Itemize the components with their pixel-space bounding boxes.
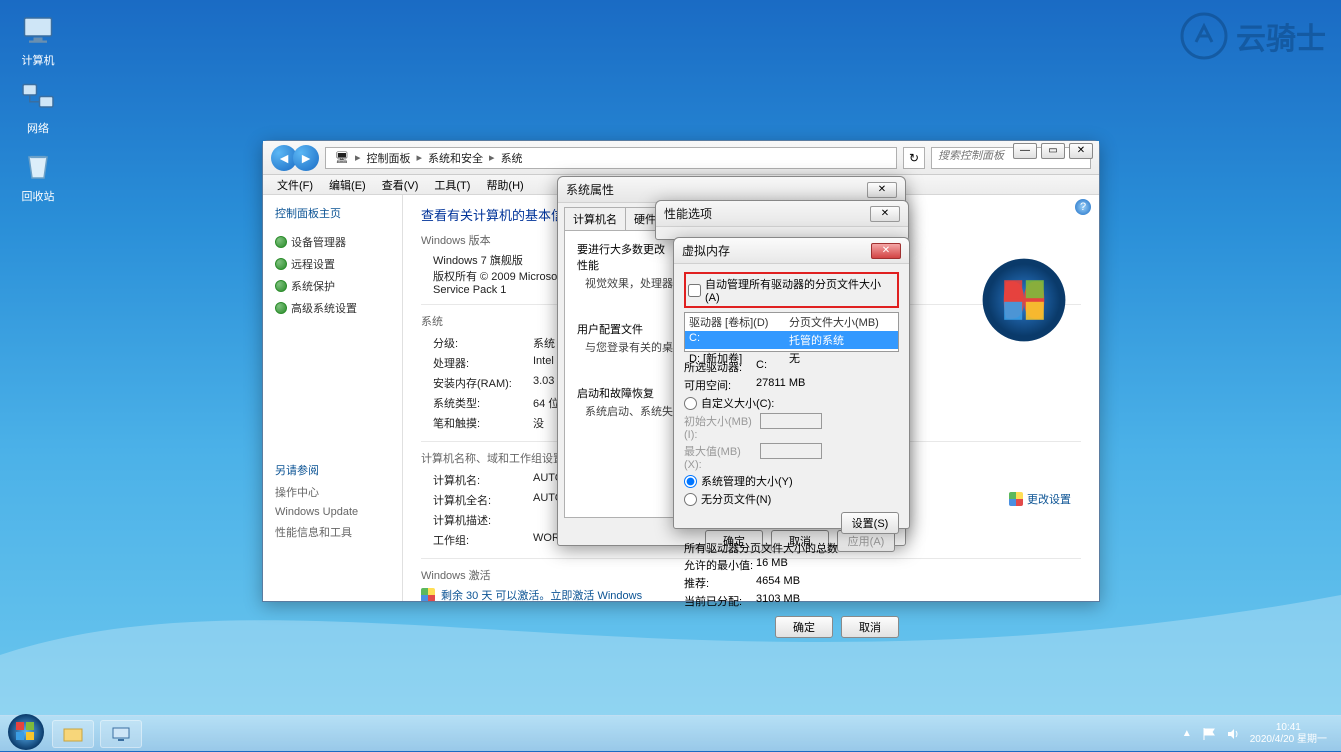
rating-link[interactable]: 系统 <box>533 335 555 351</box>
sidebar-link-advanced[interactable]: 高级系统设置 <box>275 297 390 319</box>
close-button[interactable]: ✕ <box>867 182 897 198</box>
breadcrumb[interactable]: 🖥▸ 控制面板▸ 系统和安全▸ 系统 <box>325 147 897 169</box>
dialog-title: 虚拟内存 <box>682 242 730 259</box>
sidebar-header-see-also: 另请参阅 <box>275 459 390 481</box>
menu-tools[interactable]: 工具(T) <box>426 175 478 195</box>
desktop-icon-label: 网络 <box>27 123 49 135</box>
desktop-icon-label: 回收站 <box>22 191 55 203</box>
recycle-bin-icon <box>18 146 58 186</box>
logo-watermark: 云骑士 <box>1180 12 1326 60</box>
initial-size-input <box>760 413 822 429</box>
bullet-icon <box>275 258 287 270</box>
no-paging-radio[interactable]: 无分页文件(N) <box>684 490 899 508</box>
set-button[interactable]: 设置(S) <box>841 512 899 534</box>
taskbar-item-system[interactable] <box>100 720 142 748</box>
auto-manage-checkbox[interactable] <box>688 284 701 297</box>
sidebar-title[interactable]: 控制面板主页 <box>275 205 390 221</box>
network-icon <box>18 78 58 118</box>
forward-button[interactable]: ► <box>293 145 319 171</box>
auto-manage-checkbox-row[interactable]: 自动管理所有驱动器的分页文件大小(A) <box>684 272 899 308</box>
desktop-icon-recycle-bin[interactable]: 回收站 <box>8 146 68 204</box>
system-managed-radio[interactable]: 系统管理的大小(Y) <box>684 472 899 490</box>
taskbar-item-explorer[interactable] <box>52 720 94 748</box>
menu-file[interactable]: 文件(F) <box>269 175 321 195</box>
start-button[interactable] <box>6 712 46 752</box>
menu-edit[interactable]: 编辑(E) <box>321 175 374 195</box>
bullet-icon <box>275 280 287 292</box>
cancel-button[interactable]: 取消 <box>841 616 899 638</box>
sidebar-link-device-manager[interactable]: 设备管理器 <box>275 231 390 253</box>
close-button[interactable]: ✕ <box>870 206 900 222</box>
activation-link[interactable]: 剩余 30 天 可以激活。立即激活 Windows <box>441 587 642 601</box>
menu-view[interactable]: 查看(V) <box>374 175 427 195</box>
folder-icon <box>63 726 83 742</box>
change-settings-link[interactable]: 更改设置 <box>1009 491 1071 507</box>
system-tray: ▲ 10:41 2020/4/20 星期一 <box>1182 722 1335 746</box>
clock[interactable]: 10:41 2020/4/20 星期一 <box>1250 722 1327 746</box>
sidebar-link-remote[interactable]: 远程设置 <box>275 253 390 275</box>
bullet-icon <box>275 236 287 248</box>
desktop-icon-network[interactable]: 网络 <box>8 78 68 136</box>
monitor-icon <box>111 726 131 742</box>
sidebar-link-protection[interactable]: 系统保护 <box>275 275 390 297</box>
menu-help[interactable]: 帮助(H) <box>478 175 531 195</box>
bullet-icon <box>275 302 287 314</box>
shield-icon <box>421 588 435 601</box>
desktop-icon-computer[interactable]: 计算机 <box>8 10 68 68</box>
close-button[interactable]: ✕ <box>871 243 901 259</box>
maximize-button[interactable]: ▭ <box>1041 143 1065 159</box>
dialog-title: 性能选项 <box>664 205 712 222</box>
minimize-button[interactable]: — <box>1013 143 1037 159</box>
refresh-button[interactable]: ↻ <box>903 147 925 169</box>
virtual-memory-dialog: 虚拟内存 ✕ 自动管理所有驱动器的分页文件大小(A) 驱动器 [卷标](D)分页… <box>673 237 910 529</box>
ok-button[interactable]: 确定 <box>775 616 833 638</box>
sidebar-link-windows-update[interactable]: Windows Update <box>275 503 390 521</box>
close-button[interactable]: ✕ <box>1069 143 1093 159</box>
drive-row[interactable]: C:托管的系统 <box>685 331 898 349</box>
dialog-title: 系统属性 <box>566 181 614 198</box>
breadcrumb-icon: 🖥 <box>332 151 352 164</box>
drive-list[interactable]: 驱动器 [卷标](D)分页文件大小(MB) C:托管的系统 D: [新加卷]无 <box>684 312 899 352</box>
sidebar: 控制面板主页 设备管理器 远程设置 系统保护 高级系统设置 另请参阅 操作中心 … <box>263 195 403 601</box>
tray-expand-icon[interactable]: ▲ <box>1182 728 1192 739</box>
windows-logo-icon <box>979 255 1069 345</box>
shield-icon <box>1009 492 1023 506</box>
sidebar-link-perf-info[interactable]: 性能信息和工具 <box>275 521 390 543</box>
tab-computer-name[interactable]: 计算机名 <box>564 207 626 230</box>
custom-size-radio[interactable]: 自定义大小(C): <box>684 394 899 412</box>
help-icon[interactable]: ? <box>1075 199 1091 215</box>
computer-icon <box>18 10 58 50</box>
volume-icon[interactable] <box>1226 727 1240 741</box>
totals-header: 所有驱动器分页文件大小的总数 <box>684 540 899 556</box>
max-size-input <box>760 443 822 459</box>
taskbar: ▲ 10:41 2020/4/20 星期一 <box>0 715 1341 751</box>
desktop-icon-label: 计算机 <box>22 55 55 67</box>
performance-options-dialog: 性能选项 ✕ <box>655 200 909 240</box>
flag-icon[interactable] <box>1202 727 1216 741</box>
sidebar-link-action-center[interactable]: 操作中心 <box>275 481 390 503</box>
